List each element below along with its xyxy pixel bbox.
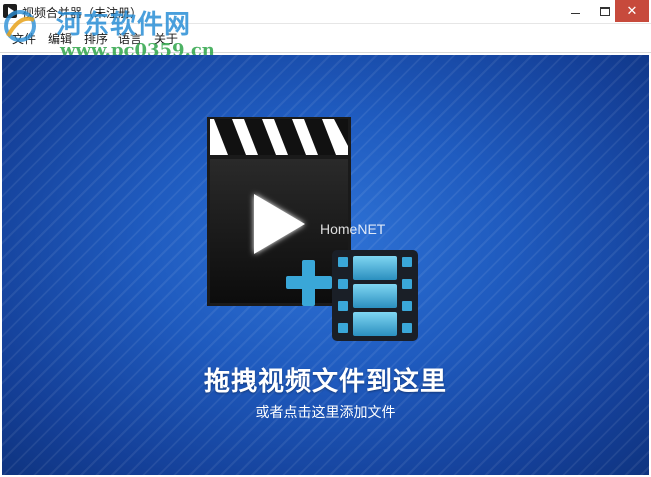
close-icon: ✕ — [626, 3, 638, 19]
window-title: 视频合并器（未注册） — [22, 6, 143, 20]
menu-language[interactable]: 语言 — [118, 30, 142, 47]
minimize-icon — [570, 12, 580, 14]
app-icon — [3, 4, 17, 18]
menu-file[interactable]: 文件 — [12, 30, 36, 47]
menu-sort[interactable]: 排序 — [84, 30, 108, 47]
menu-about[interactable]: 关于 — [154, 30, 178, 47]
menu-bar: 文件 编辑 排序 语言 关于 — [0, 24, 651, 53]
drop-zone-title: 拖拽视频文件到这里 — [203, 367, 447, 397]
close-button[interactable]: ✕ — [615, 0, 649, 22]
add-video-illustration — [207, 117, 418, 341]
title-bar: 视频合并器（未注册） ✕ — [0, 0, 651, 24]
menu-edit[interactable]: 编辑 — [48, 30, 72, 47]
overlay-watermark-text: HomeNET — [320, 221, 386, 237]
film-strip-icon — [332, 250, 418, 341]
add-files-link[interactable]: 或者点击这里添加文件 — [0, 402, 651, 422]
minimize-button[interactable] — [560, 0, 590, 22]
maximize-icon — [600, 6, 610, 16]
